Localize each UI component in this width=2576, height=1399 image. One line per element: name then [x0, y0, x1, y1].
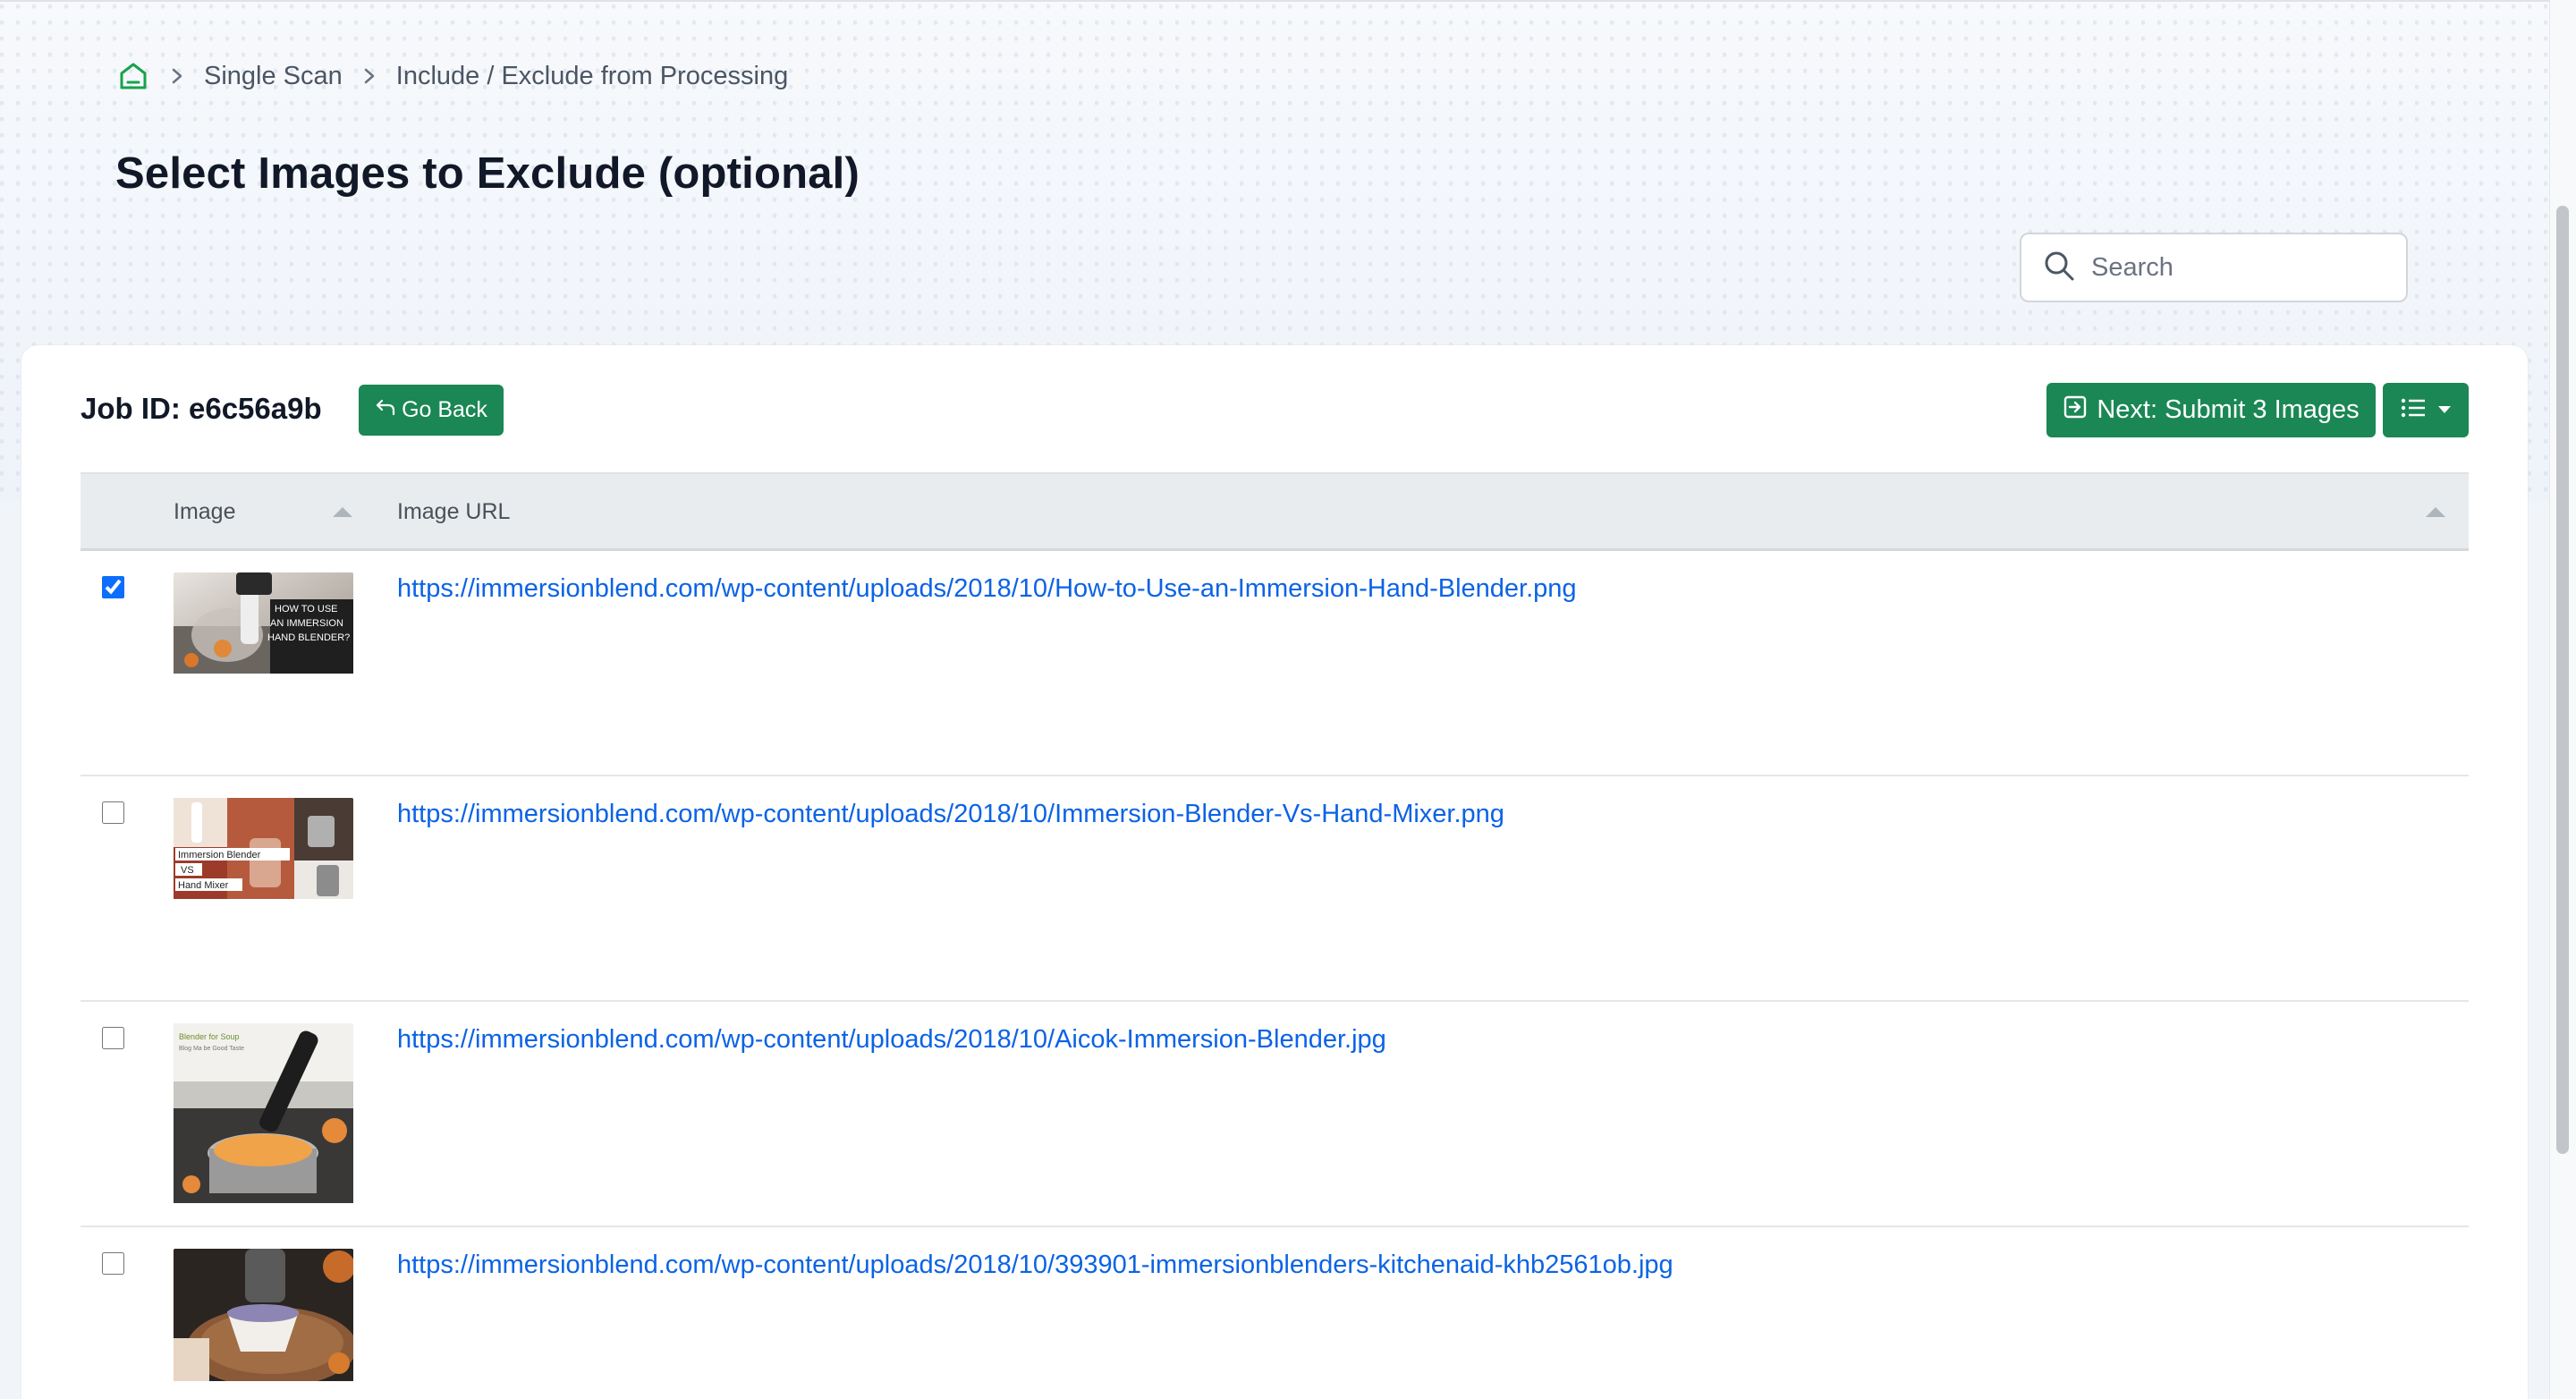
- breadcrumb-item-single-scan[interactable]: Single Scan: [204, 62, 343, 91]
- return-arrow-icon: [375, 397, 396, 423]
- images-table: Image Image URL HOW TO USE AN IMMERSION …: [80, 472, 2469, 1399]
- sort-ascending-icon[interactable]: [333, 507, 352, 517]
- image-thumbnail: Blender for Soup Blog Ma be Good Taste: [174, 1023, 353, 1208]
- row-checkbox[interactable]: [102, 801, 124, 824]
- go-back-label: Go Back: [402, 397, 487, 422]
- image-url-link[interactable]: https://immersionblend.com/wp-content/up…: [397, 800, 1504, 829]
- row-checkbox[interactable]: [102, 1027, 124, 1049]
- box-arrow-in-right-icon: [2063, 394, 2088, 427]
- breadcrumb-current: Include / Exclude from Processing: [395, 61, 789, 90]
- row-checkbox[interactable]: [102, 1252, 124, 1275]
- thumbnail-caption: AN IMMERSION: [270, 618, 343, 629]
- caret-down-icon: [2437, 403, 2452, 419]
- thumbnail-caption: Blog Ma be Good Taste: [179, 1046, 244, 1052]
- table-row: https://immersionblend.com/wp-content/up…: [80, 1227, 2469, 1399]
- thumbnail-caption: HOW TO USE: [275, 604, 338, 615]
- image-url-link[interactable]: https://immersionblend.com/wp-content/up…: [397, 1251, 1674, 1280]
- image-thumbnail: HOW TO USE AN IMMERSION HAND BLENDER?: [174, 572, 353, 678]
- image-url-link[interactable]: https://immersionblend.com/wp-content/up…: [397, 1025, 1386, 1055]
- table-row: Immersion Blender VS Hand Mixer https://…: [80, 776, 2469, 1002]
- column-header-image-url[interactable]: Image URL: [397, 474, 510, 550]
- go-back-button[interactable]: Go Back: [359, 385, 504, 436]
- image-thumbnail: [174, 1249, 353, 1386]
- search-input[interactable]: [2091, 252, 2395, 283]
- image-thumbnail: Immersion Blender VS Hand Mixer: [174, 798, 353, 903]
- chevron-right-icon: [150, 67, 204, 85]
- search-icon: [2043, 250, 2075, 286]
- sort-ascending-icon[interactable]: [2426, 507, 2445, 517]
- table-row: Blender for Soup Blog Ma be Good Taste h…: [80, 1002, 2469, 1227]
- table-header: Image Image URL: [80, 472, 2469, 551]
- home-icon[interactable]: [116, 59, 150, 93]
- scrollbar-thumb[interactable]: [2556, 206, 2569, 1154]
- breadcrumb: Single Scan Include / Exclude from Proce…: [116, 57, 788, 95]
- thumbnail-caption: Hand Mixer: [178, 880, 229, 891]
- thumbnail-caption: Blender for Soup: [179, 1032, 240, 1041]
- top-border: [0, 0, 2576, 2]
- next-submit-button[interactable]: Next: Submit 3 Images: [2046, 383, 2376, 437]
- job-id-label: Job ID: e6c56a9b: [80, 392, 322, 425]
- next-submit-label: Next: Submit 3 Images: [2097, 395, 2360, 424]
- chevron-right-icon: [343, 67, 396, 85]
- thumbnail-caption: VS: [181, 865, 194, 876]
- list-options-dropdown[interactable]: [2383, 383, 2469, 437]
- thumbnail-caption: Immersion Blender: [178, 850, 261, 861]
- page-title: Select Images to Exclude (optional): [115, 149, 860, 198]
- thumbnail-caption: HAND BLENDER?: [267, 632, 350, 643]
- image-url-link[interactable]: https://immersionblend.com/wp-content/up…: [397, 574, 1577, 604]
- list-icon: [2400, 397, 2427, 423]
- search-box[interactable]: [2020, 233, 2408, 302]
- row-checkbox[interactable]: [102, 576, 124, 598]
- table-row: HOW TO USE AN IMMERSION HAND BLENDER? ht…: [80, 551, 2469, 776]
